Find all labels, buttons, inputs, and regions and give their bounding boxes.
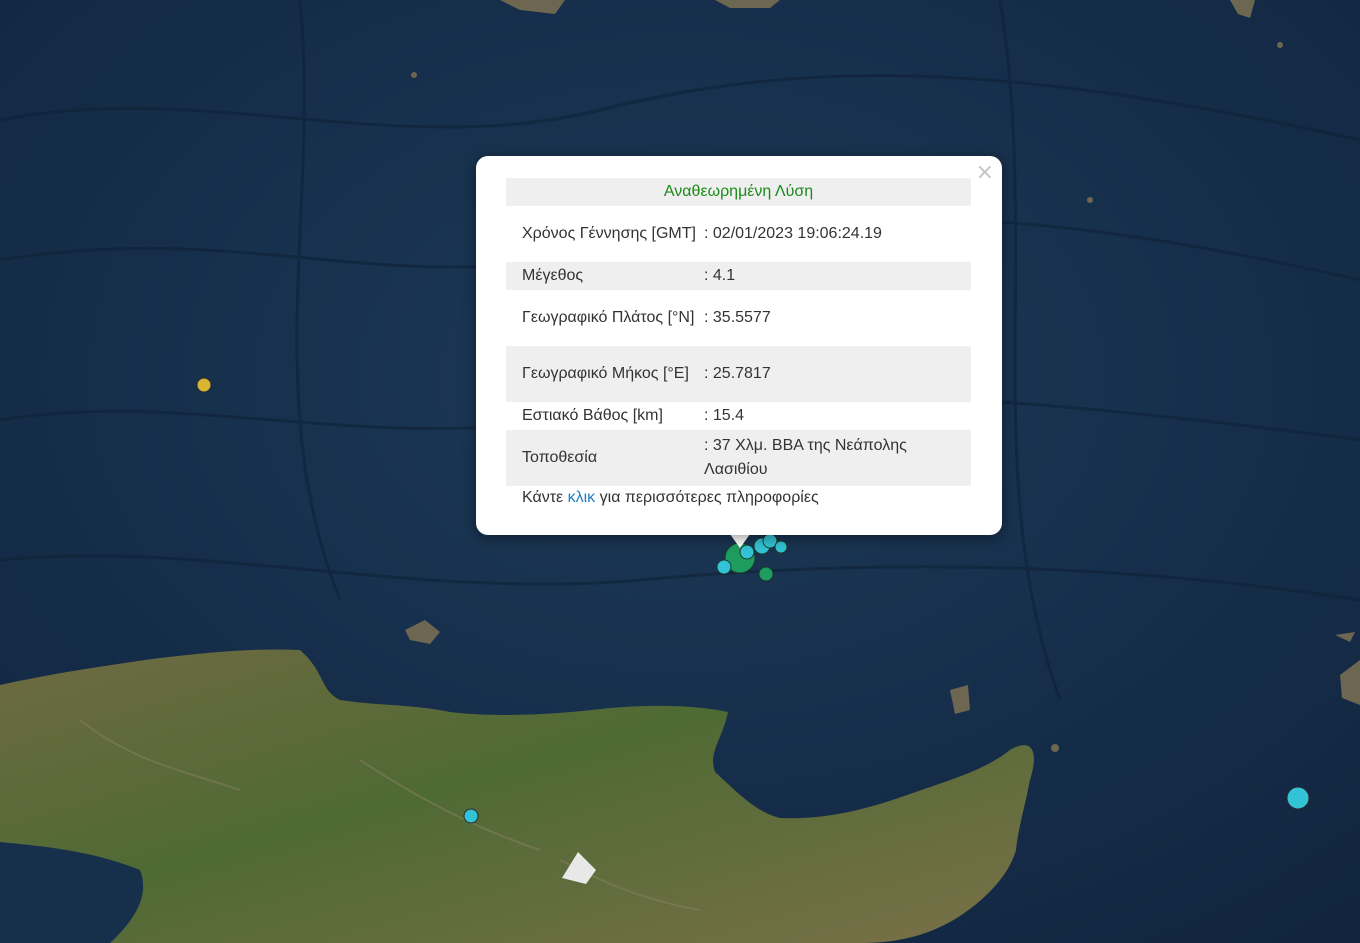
quake-details-table: Χρόνος Γέννησης [GMT] : 02/01/2023 19:06… <box>506 206 971 486</box>
magnitude-value: : 4.1 <box>704 267 736 284</box>
depth-label: Εστιακό Βάθος [km] <box>522 407 663 424</box>
popup-content: Αναθεωρημένη Λύση Χρόνος Γέννησης [GMT] … <box>506 178 971 507</box>
origin-time-label: Χρόνος Γέννησης [GMT] <box>522 225 696 242</box>
quake-marker[interactable] <box>1286 786 1310 810</box>
longitude-value: : 25.7817 <box>704 365 771 382</box>
longitude-label: Γεωγραφικό Μήκος [°E] <box>522 365 689 382</box>
quake-marker[interactable] <box>716 559 732 575</box>
latitude-label: Γεωγραφικό Πλάτος [°N] <box>522 309 695 326</box>
depth-value: : 15.4 <box>704 407 745 424</box>
location-value: : 37 Χλμ. ΒΒΑ της Νεάπολης Λασιθίου <box>704 437 907 478</box>
quake-marker[interactable] <box>463 808 479 824</box>
popup-footer: Κάντε κλικ για περισσότερες πληροφορίες <box>506 486 971 507</box>
quake-marker[interactable] <box>196 377 212 393</box>
earthquake-popup: × Αναθεωρημένη Λύση Χρόνος Γέννησης [GMT… <box>476 156 1002 535</box>
quake-marker[interactable] <box>774 540 788 554</box>
origin-time-value: : 02/01/2023 19:06:24.19 <box>704 225 882 242</box>
footer-text-before: Κάντε <box>522 489 568 506</box>
latitude-value: : 35.5577 <box>704 309 771 326</box>
footer-text-after: για περισσότερες πληροφορίες <box>595 489 819 506</box>
quake-marker[interactable] <box>758 566 774 582</box>
magnitude-label: Μέγεθος <box>522 267 584 284</box>
close-icon[interactable]: × <box>976 160 994 186</box>
location-label: Τοποθεσία <box>522 449 598 466</box>
more-info-link[interactable]: κλικ <box>568 489 596 506</box>
popup-title: Αναθεωρημένη Λύση <box>506 178 971 206</box>
